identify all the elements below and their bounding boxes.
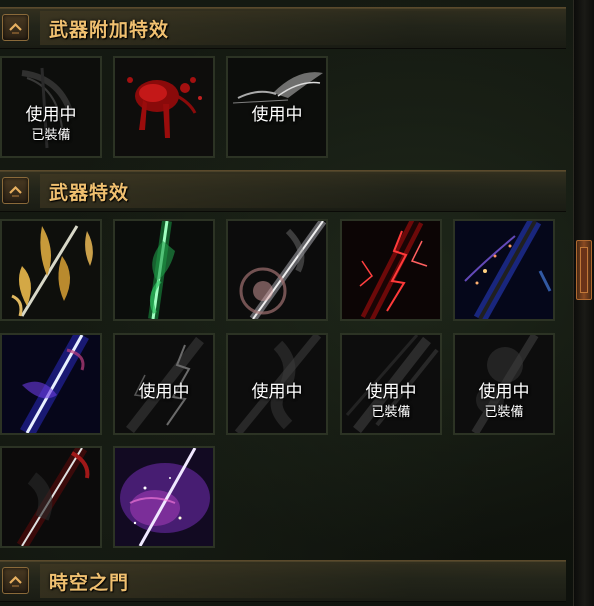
effect-tile-grey-smoke[interactable]: 使用中 <box>226 333 328 435</box>
collapse-chevron-up-icon[interactable] <box>2 177 29 204</box>
blood-splash-art <box>115 58 213 156</box>
section-header-weapon-effects[interactable]: 武器特效 <box>0 170 566 212</box>
effect-tile-blue-energy-blade[interactable] <box>0 333 102 435</box>
effect-tile-blue-starry-blade[interactable] <box>453 219 555 321</box>
effect-tile-grey-streaks[interactable]: 使用中 已裝備 <box>340 333 442 435</box>
effect-tile-red-lightning-blade[interactable] <box>340 219 442 321</box>
golden-feathers-art <box>2 221 100 319</box>
collapse-chevron-up-icon[interactable] <box>2 567 29 594</box>
effect-tile-green-flame-blade[interactable] <box>113 219 215 321</box>
blue-starry-blade-art <box>455 221 553 319</box>
red-lightning-blade-art <box>342 221 440 319</box>
in-use-label: 使用中 <box>251 105 303 125</box>
scrollbar-thumb[interactable] <box>576 240 592 300</box>
section-title: 武器特效 <box>49 182 130 204</box>
scrollbar[interactable] <box>573 0 594 606</box>
effect-tile-dark-slash[interactable]: 使用中 已裝備 <box>0 56 102 158</box>
section-header-time-space-gate[interactable]: 時空之門 <box>0 560 566 602</box>
in-use-label: 使用中 <box>365 382 417 402</box>
in-use-label: 使用中 <box>25 105 77 125</box>
silver-ring-blade-art <box>228 221 326 319</box>
collapse-chevron-up-icon[interactable] <box>2 14 29 41</box>
section-title: 時空之門 <box>49 572 130 594</box>
equipped-label: 已裝備 <box>31 128 71 143</box>
equipped-label: 已裝備 <box>484 405 524 420</box>
section-header-weapon-add-effects[interactable]: 武器附加特效 <box>0 7 566 49</box>
section-title: 武器附加特效 <box>49 19 170 41</box>
effect-tile-white-wings[interactable]: 使用中 <box>226 56 328 158</box>
effect-tile-silver-ring-blade[interactable] <box>226 219 328 321</box>
in-use-label: 使用中 <box>251 382 303 402</box>
purple-galaxy-blade-art <box>115 448 213 546</box>
equipped-label: 已裝備 <box>371 405 411 420</box>
crimson-shadow-blade-art <box>2 448 100 546</box>
effect-tile-grey-mist[interactable]: 使用中 已裝備 <box>453 333 555 435</box>
effect-tile-golden-feathers[interactable] <box>0 219 102 321</box>
in-use-label: 使用中 <box>138 382 190 402</box>
effect-tile-grey-lightning[interactable]: 使用中 <box>113 333 215 435</box>
in-use-label: 使用中 <box>478 382 530 402</box>
effect-tile-crimson-shadow-blade[interactable] <box>0 446 102 548</box>
blue-energy-blade-art <box>2 335 100 433</box>
green-flame-blade-art <box>115 221 213 319</box>
effect-tile-purple-galaxy-blade[interactable] <box>113 446 215 548</box>
effect-tile-blood-splash[interactable] <box>113 56 215 158</box>
